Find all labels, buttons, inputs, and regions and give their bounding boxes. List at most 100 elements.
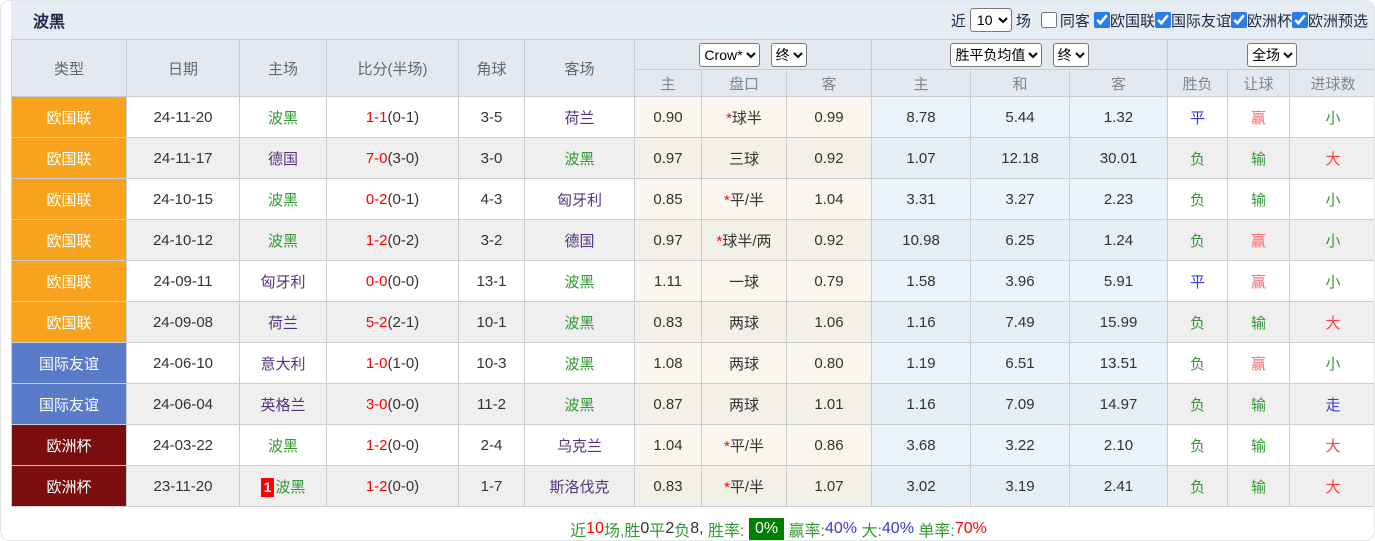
table-row: 欧国联 24-10-12 波黑 1-2(0-2) 3-2 德国 0.97 *球半… (11, 219, 1374, 261)
handicap-value: *平/半 (701, 178, 787, 220)
match-date: 24-11-20 (126, 96, 240, 138)
goals-result: 大 (1289, 301, 1374, 343)
handicap-result: 输 (1227, 465, 1291, 507)
col-header-away: 客场 (524, 39, 635, 97)
same-venue-label: 同客 (1059, 12, 1090, 30)
same-venue-checkbox[interactable] (1040, 12, 1057, 28)
odds-away-value: 0.86 (785, 424, 873, 466)
league-filter-label: 国际友谊 (1170, 12, 1231, 30)
summary-segment: 8, (690, 520, 709, 537)
full-time-score: 7-0 (365, 149, 388, 167)
half-time-score: (0-2) (387, 231, 420, 249)
score-cell: 1-2(0-0) (326, 465, 459, 507)
corners: 3-5 (458, 96, 525, 138)
league-filter[interactable]: 欧洲杯 (1230, 10, 1292, 31)
away-team[interactable]: 波黑 (524, 137, 635, 179)
wdl-result: 负 (1167, 342, 1229, 384)
league-filter-checkbox[interactable] (1230, 12, 1247, 28)
handicap-result: 输 (1227, 383, 1291, 425)
score-cell: 3-0(0-0) (326, 383, 459, 425)
odds-source-select[interactable]: Crow* (699, 42, 761, 67)
goals-result: 小 (1289, 178, 1374, 220)
league-filter-checkbox[interactable] (1291, 12, 1308, 28)
avg-time-select[interactable]: 终 (1052, 42, 1089, 67)
league-badge: 欧洲杯 (11, 465, 127, 507)
summary-segment: 胜率: (708, 523, 749, 540)
away-team-name: 波黑 (564, 314, 595, 332)
goals-result: 大 (1289, 424, 1374, 466)
league-filter-checkbox[interactable] (1154, 12, 1171, 28)
home-team[interactable]: 德国 (239, 137, 327, 179)
summary-segment: 10 (586, 520, 604, 537)
avg-draw-value: 3.96 (970, 260, 1071, 302)
avg-home-value: 3.02 (871, 465, 972, 507)
home-team[interactable]: 波黑 (239, 178, 327, 220)
league-badge: 欧国联 (11, 137, 127, 179)
home-team[interactable]: 波黑 (239, 219, 327, 261)
full-time-score: 3-0 (365, 395, 388, 413)
corners: 4-3 (458, 178, 525, 220)
period-select[interactable]: 全场 (1247, 42, 1298, 67)
wdl-result: 平 (1167, 260, 1229, 302)
col-header-odds-away: 客 (785, 69, 873, 97)
league-badge: 欧国联 (11, 260, 127, 302)
handicap-result: 输 (1227, 424, 1291, 466)
odds-away-value: 0.99 (785, 96, 873, 138)
league-filter-label: 欧国联 (1109, 12, 1155, 30)
match-date: 24-09-08 (126, 301, 240, 343)
handicap-result: 赢 (1227, 260, 1291, 302)
league-filter[interactable]: 国际友谊 (1154, 10, 1231, 31)
away-team[interactable]: 波黑 (524, 383, 635, 425)
home-team[interactable]: 波黑 (239, 96, 327, 138)
summary-segment: 40% (881, 520, 914, 537)
avg-type-select[interactable]: 胜平负均值 (950, 42, 1043, 67)
goals-result: 大 (1289, 137, 1374, 179)
away-team-name: 匈牙利 (556, 191, 602, 209)
avg-away-value: 5.91 (1069, 260, 1169, 302)
col-header-type: 类型 (11, 39, 127, 97)
odds-home-value: 0.85 (634, 178, 702, 220)
home-team[interactable]: 1 波黑 (239, 465, 327, 507)
away-team[interactable]: 波黑 (524, 301, 635, 343)
wdl-result: 负 (1167, 424, 1229, 466)
home-team-name: 波黑 (267, 232, 298, 250)
handicap-text: 球半 (731, 109, 762, 127)
handicap-text: 平/半 (729, 478, 764, 496)
league-filter-checkbox[interactable] (1093, 12, 1110, 28)
league-filter[interactable]: 欧国联 (1093, 10, 1155, 31)
handicap-value: *球半 (701, 96, 787, 138)
home-team[interactable]: 匈牙利 (239, 260, 327, 302)
home-team[interactable]: 意大利 (239, 342, 327, 384)
home-team-name: 匈牙利 (260, 273, 306, 291)
away-team[interactable]: 匈牙利 (524, 178, 635, 220)
home-team[interactable]: 波黑 (239, 424, 327, 466)
away-team[interactable]: 波黑 (524, 260, 635, 302)
handicap-result: 赢 (1227, 96, 1291, 138)
league-badge: 欧洲杯 (11, 424, 127, 466)
handicap-text: 平/半 (729, 437, 764, 455)
away-team-name: 斯洛伐克 (549, 478, 610, 496)
match-date: 24-09-11 (126, 260, 240, 302)
wdl-result: 平 (1167, 96, 1229, 138)
table-row: 国际友谊 24-06-10 意大利 1-0(1-0) 10-3 波黑 1.08 … (11, 342, 1374, 384)
league-filter[interactable]: 欧洲预选 (1291, 10, 1368, 31)
away-team[interactable]: 乌克兰 (524, 424, 635, 466)
full-time-score: 1-2 (365, 477, 388, 495)
away-team[interactable]: 德国 (524, 219, 635, 261)
recent-count-select[interactable]: 10 (969, 8, 1012, 32)
half-time-score: (0-0) (387, 272, 420, 290)
away-team[interactable]: 波黑 (524, 342, 635, 384)
odds-away-value: 1.07 (785, 465, 873, 507)
away-team[interactable]: 斯洛伐克 (524, 465, 635, 507)
home-team[interactable]: 荷兰 (239, 301, 327, 343)
odds-time-select[interactable]: 终 (770, 42, 807, 67)
home-team[interactable]: 英格兰 (239, 383, 327, 425)
away-team-name: 波黑 (564, 150, 595, 168)
table-row: 欧国联 24-10-15 波黑 0-2(0-1) 4-3 匈牙利 0.85 *平… (11, 178, 1374, 220)
summary-segment: 大: (857, 523, 882, 540)
half-time-score: (0-0) (387, 395, 420, 413)
away-team[interactable]: 荷兰 (524, 96, 635, 138)
summary-segment: 40% (824, 520, 857, 537)
same-venue-filter[interactable]: 同客 (1040, 10, 1090, 31)
odds-home-value: 0.87 (634, 383, 702, 425)
